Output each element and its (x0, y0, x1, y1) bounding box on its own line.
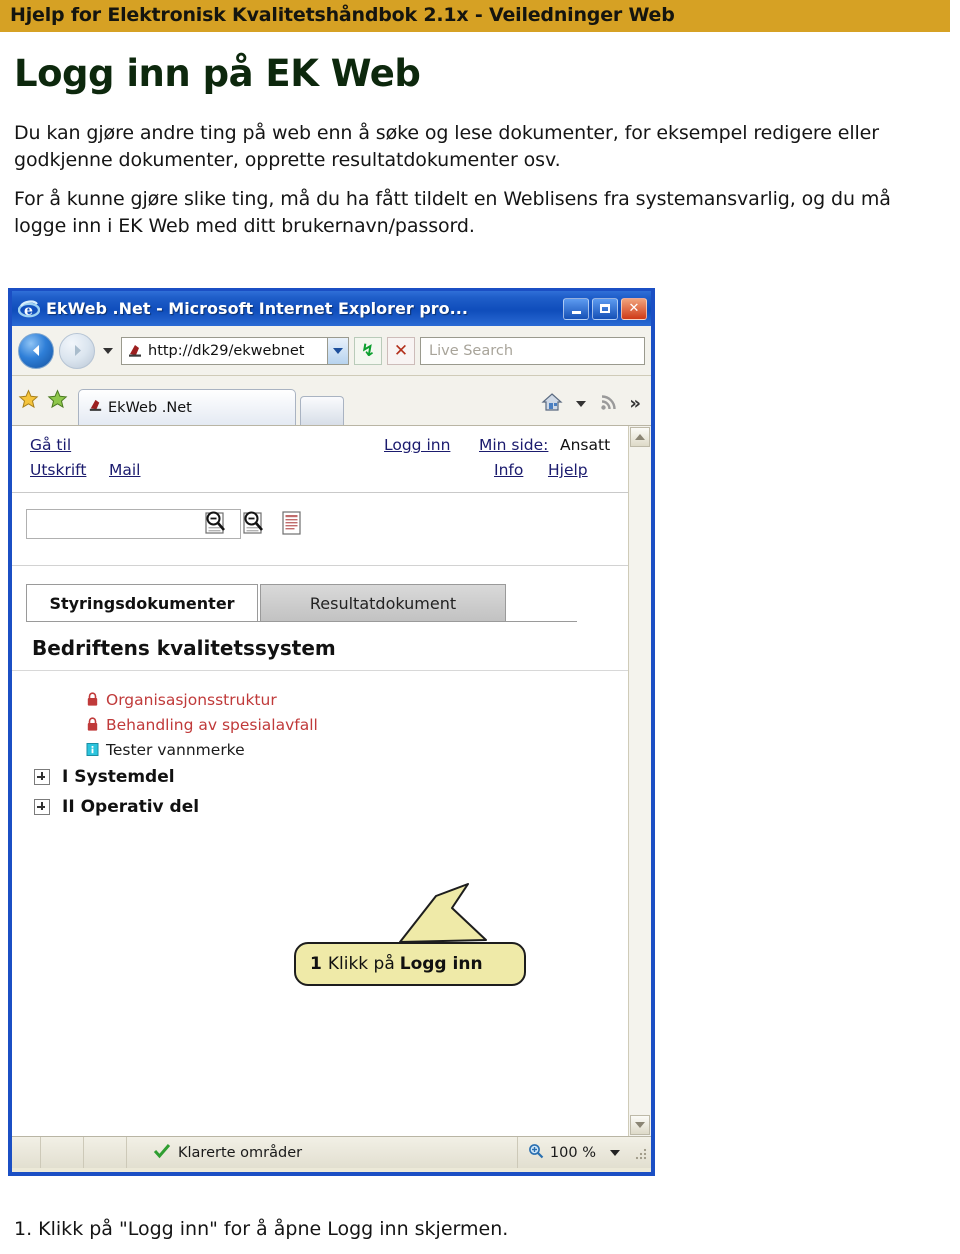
document-list-icon[interactable] (278, 507, 306, 537)
address-bar-value: http://dk29/ekwebnet (148, 342, 305, 359)
refresh-button[interactable]: ↯ (354, 336, 382, 365)
browser-search-box[interactable]: Live Search (420, 336, 645, 365)
tree-item-ii-operativ-del[interactable]: II Operativ del (12, 792, 629, 822)
window-controls: ✕ (563, 297, 647, 320)
status-cell-2 (41, 1137, 84, 1168)
link-utskrift[interactable]: Utskrift (30, 461, 86, 479)
tree-item-label: II Operativ del (62, 797, 200, 817)
page-search-row (12, 493, 629, 566)
step-caption: 1. Klikk på "Logg inn" for å åpne Logg i… (14, 1218, 509, 1240)
browser-search-placeholder: Live Search (429, 342, 514, 359)
link-info[interactable]: Info (494, 461, 523, 479)
browser-status-bar: Klarerte områder 100 % (12, 1136, 651, 1168)
tab-favicon-icon (87, 397, 104, 418)
tab-strip-divider (26, 621, 577, 622)
security-zone-indicator[interactable]: Klarerte områder (127, 1137, 518, 1168)
document-header-title: Hjelp for Elektronisk Kvalitetshåndbok 2… (10, 4, 675, 26)
favorites-group (18, 389, 68, 425)
document-tree: Organisasjonsstruktur Behandling av spes… (12, 671, 629, 822)
link-ga-til[interactable]: Gå til (30, 436, 71, 454)
expand-plus-icon[interactable] (34, 799, 50, 815)
stop-button[interactable]: ✕ (387, 336, 415, 365)
tree-item-label: I Systemdel (62, 767, 175, 787)
page-vertical-scrollbar[interactable] (628, 426, 651, 1136)
add-favorite-icon[interactable] (47, 389, 68, 414)
site-favicon-icon (126, 342, 144, 360)
link-min-side[interactable]: Min side: (479, 436, 548, 454)
quality-system-title: Bedriftens kvalitetssystem (12, 622, 629, 671)
minimize-button[interactable] (563, 297, 589, 320)
close-button[interactable]: ✕ (621, 297, 647, 320)
history-dropdown-icon[interactable] (103, 347, 113, 354)
zoom-level-label: 100 % (549, 1144, 596, 1161)
page-title: Logg inn på EK Web (14, 52, 421, 95)
resize-grip-icon[interactable] (634, 1146, 648, 1160)
tree-item-i-systemdel[interactable]: I Systemdel (12, 762, 629, 792)
expand-plus-icon[interactable] (34, 769, 50, 785)
browser-address-toolbar: http://dk29/ekwebnet ↯ ✕ Live Search (12, 326, 651, 376)
status-cell-1 (12, 1137, 41, 1168)
page-link-bar: Gå til Utskrift Mail Logg inn Min side: … (12, 426, 629, 493)
browser-tab-toolbar: EkWeb .Net » (12, 376, 651, 426)
home-dropdown-icon[interactable] (576, 401, 587, 407)
search-zoom-icon[interactable] (240, 507, 268, 537)
browser-title-text: EkWeb .Net - Microsoft Internet Explorer… (46, 299, 468, 318)
tree-item-label: Behandling av spesialavfall (106, 715, 318, 734)
tree-item-label: Organisasjonsstruktur (106, 690, 277, 709)
browser-tab-ekweb[interactable]: EkWeb .Net (78, 389, 296, 425)
tree-item-tester-vannmerke[interactable]: Tester vannmerke (12, 737, 629, 762)
scroll-up-icon[interactable] (630, 427, 650, 447)
tree-item-organisasjonsstruktur[interactable]: Organisasjonsstruktur (12, 687, 629, 712)
new-tab-button[interactable] (300, 396, 344, 425)
home-icon[interactable] (541, 392, 563, 416)
lock-icon (86, 692, 99, 707)
toolbar-overflow-icon[interactable]: » (629, 395, 641, 413)
back-button[interactable] (18, 332, 54, 369)
lock-icon (86, 717, 99, 732)
scroll-down-icon[interactable] (630, 1115, 650, 1135)
stop-icon: ✕ (393, 340, 409, 361)
security-zone-label: Klarerte områder (178, 1144, 303, 1161)
intro-paragraph-2: For å kunne gjøre slike ting, må du ha f… (14, 188, 891, 237)
tab-styringsdokumenter[interactable]: Styringsdokumenter (26, 584, 258, 622)
info-doc-icon (86, 742, 99, 757)
browser-window-screenshot: e EkWeb .Net - Microsoft Internet Explor… (8, 288, 655, 1176)
rss-feeds-icon[interactable] (599, 392, 619, 416)
document-tab-strip: Styringsdokumenter Resultatdokument (12, 566, 629, 622)
forward-button[interactable] (59, 332, 95, 369)
trusted-check-icon (153, 1143, 171, 1163)
intro-paragraph-1: Du kan gjøre andre ting på web enn å søk… (14, 122, 879, 171)
maximize-button[interactable] (592, 297, 618, 320)
web-page-content: Gå til Utskrift Mail Logg inn Min side: … (12, 426, 629, 1136)
tree-item-behandling-av-spesialavfall[interactable]: Behandling av spesialavfall (12, 712, 629, 737)
address-bar[interactable]: http://dk29/ekwebnet (121, 336, 349, 365)
address-dropdown-icon[interactable] (327, 337, 348, 364)
browser-tab-label: EkWeb .Net (108, 399, 192, 416)
browser-titlebar: e EkWeb .Net - Microsoft Internet Explor… (12, 288, 651, 326)
document-header-band: Hjelp for Elektronisk Kvalitetshåndbok 2… (0, 0, 950, 32)
search-document-icon[interactable] (202, 507, 230, 537)
svg-text:e: e (24, 303, 33, 319)
link-hjelp[interactable]: Hjelp (548, 461, 588, 479)
link-mail[interactable]: Mail (109, 461, 140, 479)
zoom-dropdown-icon[interactable] (610, 1149, 620, 1156)
refresh-icon: ↯ (360, 340, 376, 361)
status-cell-3 (84, 1137, 127, 1168)
tree-item-label: Tester vannmerke (106, 740, 245, 759)
link-logg-inn[interactable]: Logg inn (384, 436, 450, 454)
tab-resultatdokument[interactable]: Resultatdokument (260, 584, 506, 622)
zoom-magnifier-icon (528, 1143, 544, 1163)
favorites-star-icon[interactable] (18, 389, 39, 414)
tab-toolbar-right-group: » (541, 392, 645, 425)
browser-viewport: Gå til Utskrift Mail Logg inn Min side: … (12, 426, 651, 1136)
label-ansatt: Ansatt (560, 436, 611, 454)
internet-explorer-icon: e (18, 298, 40, 320)
zoom-control[interactable]: 100 % (518, 1143, 630, 1163)
